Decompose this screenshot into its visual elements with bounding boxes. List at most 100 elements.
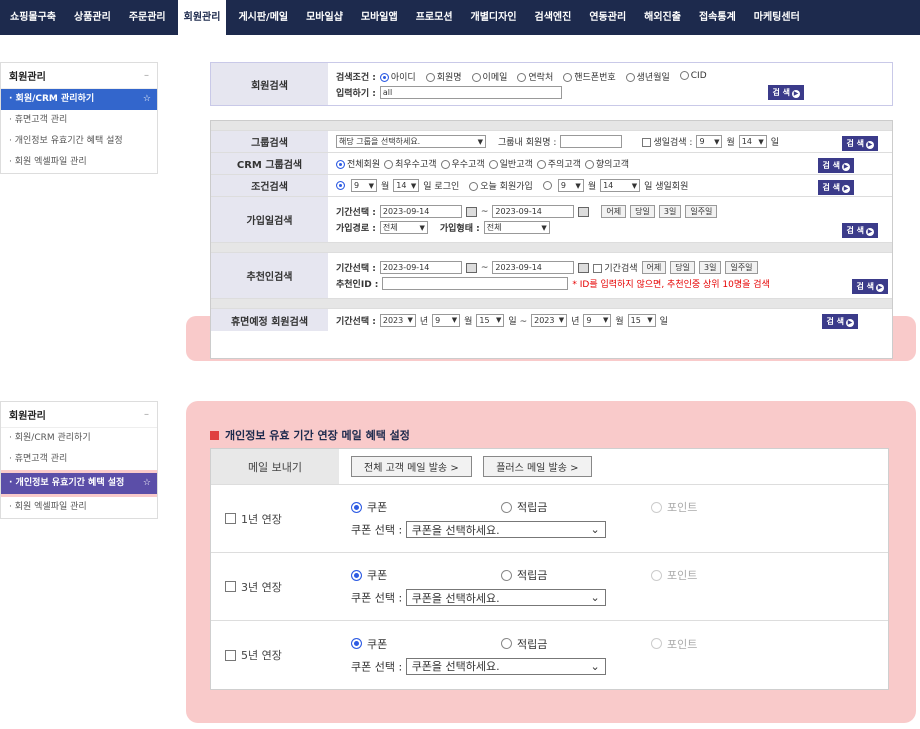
join-to-input[interactable]: 2023-09-14	[492, 205, 575, 218]
rec-to-input[interactable]: 2023-09-14	[492, 261, 575, 274]
radio-potential[interactable]: 향의고객	[584, 157, 629, 170]
coupon-select[interactable]: 쿠폰을 선택하세요. ⌄	[405, 521, 606, 538]
nav-item[interactable]: 회원관리	[177, 0, 227, 35]
quick-today-button[interactable]: 당일	[630, 205, 655, 218]
radio-point[interactable]: 포인트	[651, 567, 801, 583]
collapse-icon[interactable]: –	[144, 70, 149, 81]
radio-normal[interactable]: 일반고객	[488, 157, 533, 170]
radio-name[interactable]: 회원명	[425, 70, 462, 83]
extend-checkbox[interactable]	[225, 649, 236, 661]
login-day-select[interactable]: 14 ▼	[393, 179, 420, 192]
nav-item[interactable]: 해외진출	[644, 0, 681, 35]
radio-good[interactable]: 우수고객	[440, 157, 485, 170]
nav-item[interactable]: 주문관리	[129, 0, 166, 35]
radio-birth[interactable]: 생년월일	[625, 70, 670, 83]
birth-day-select[interactable]: 14 ▼	[738, 135, 767, 148]
calendar-icon[interactable]	[578, 262, 590, 273]
dormant-month-to[interactable]: 9 ▼	[583, 313, 612, 327]
radio-coupon[interactable]: 쿠폰	[351, 567, 501, 583]
nav-item[interactable]: 개별디자인	[471, 0, 517, 35]
calendar-icon[interactable]	[465, 206, 477, 217]
extend-checkbox[interactable]	[225, 581, 236, 592]
coupon-select[interactable]: 쿠폰을 선택하세요. ⌄	[405, 589, 606, 606]
radio-login[interactable]	[336, 181, 345, 190]
radio-email[interactable]: 이메일	[471, 70, 507, 83]
radio-cid[interactable]: CID	[679, 71, 707, 81]
quick-3days-button[interactable]: 3일	[699, 261, 722, 274]
search-button[interactable]: 검 색 ▶	[822, 314, 858, 329]
quick-week-button[interactable]: 일주일	[685, 205, 718, 218]
radio-point[interactable]: 포인트	[651, 499, 801, 515]
all-mail-button[interactable]: 전체 고객 메일 발송 >	[351, 456, 472, 477]
radio-today-join[interactable]: 오늘 회원가입	[469, 179, 533, 192]
birth-month-select[interactable]: 9 ▼	[696, 135, 723, 148]
radio-reserve[interactable]: 적립금	[501, 499, 651, 515]
search-button[interactable]: 검 색 ▶	[842, 223, 878, 238]
quick-yesterday-button[interactable]: 어제	[641, 261, 667, 274]
type-select[interactable]: 전체 ▼	[483, 221, 550, 234]
extend-checkbox[interactable]	[225, 513, 236, 524]
radio-id[interactable]: 아이디	[379, 70, 416, 83]
radio-phone[interactable]: 핸드폰번호	[563, 70, 616, 83]
radio-all[interactable]: 전체회원	[336, 157, 380, 170]
sidebar-item-crm[interactable]: · 회원/CRM 관리하기 ☆	[1, 89, 157, 110]
nav-item[interactable]: 모바일앱	[361, 0, 398, 35]
search-button[interactable]: 검 색 ▶	[852, 279, 888, 294]
search-button[interactable]: 검 색 ▶	[768, 85, 804, 100]
group-member-input[interactable]	[560, 135, 623, 148]
sidebar-item-crm[interactable]: · 회원/CRM 관리하기	[1, 428, 157, 449]
birth-check[interactable]: 생일검색 :	[642, 135, 692, 148]
search-button[interactable]: 검 색 ▶	[818, 158, 854, 173]
extend-label[interactable]: 1년 연장	[211, 485, 339, 552]
coupon-select[interactable]: 쿠폰을 선택하세요. ⌄	[405, 657, 606, 675]
dormant-day-to[interactable]: 15 ▼	[627, 313, 656, 327]
dormant-year-to[interactable]: 2023 ▼	[531, 313, 568, 327]
radio-birthday[interactable]	[542, 181, 552, 190]
collapse-icon[interactable]: –	[144, 409, 149, 420]
dormant-month-from[interactable]: 9 ▼	[432, 313, 461, 327]
quick-today-button[interactable]: 당일	[670, 261, 695, 274]
sidebar-item-privacy[interactable]: · 개인정보 유효기간 혜택 설정	[1, 131, 157, 152]
nav-item[interactable]: 검색엔진	[535, 0, 572, 35]
sidebar-item-excel[interactable]: · 회원 엑셀파일 관리	[1, 152, 157, 173]
nav-item[interactable]: 쇼핑몰구축	[10, 0, 56, 35]
sidebar-item-dormant[interactable]: · 휴면고객 관리	[1, 110, 157, 131]
star-icon[interactable]: ☆	[143, 473, 151, 494]
sidebar-item-dormant[interactable]: · 휴면고객 관리	[1, 449, 157, 470]
plus-mail-button[interactable]: 플러스 메일 발송 >	[483, 456, 592, 477]
search-button[interactable]: 검 색 ▶	[818, 180, 854, 195]
period-check[interactable]: 기간검색	[593, 261, 638, 274]
login-month-select[interactable]: 9 ▼	[351, 179, 377, 192]
radio-point[interactable]: 포인트	[651, 636, 801, 652]
nav-item[interactable]: 마케팅센터	[754, 0, 800, 35]
calendar-icon[interactable]	[578, 206, 590, 217]
nav-item[interactable]: 모바일샵	[306, 0, 343, 35]
nav-item[interactable]: 게시판/메일	[238, 0, 288, 35]
calendar-icon[interactable]	[465, 262, 477, 273]
radio-coupon[interactable]: 쿠폰	[351, 499, 501, 515]
extend-label[interactable]: 3년 연장	[211, 553, 339, 620]
rec-id-input[interactable]	[382, 277, 569, 290]
member-search-input[interactable]: all	[379, 85, 562, 99]
join-from-input[interactable]: 2023-09-14	[379, 205, 462, 218]
radio-coupon[interactable]: 쿠폰	[351, 636, 501, 652]
quick-week-button[interactable]: 일주일	[725, 261, 758, 274]
extend-label[interactable]: 5년 연장	[211, 621, 339, 689]
bday-day-select[interactable]: 14 ▼	[600, 179, 641, 192]
radio-warn[interactable]: 주의고객	[536, 157, 581, 170]
search-button[interactable]: 검 색 ▶	[842, 136, 878, 151]
radio-reserve[interactable]: 적립금	[501, 636, 651, 652]
radio-vip[interactable]: 최우수고객	[384, 157, 437, 170]
nav-item[interactable]: 상품관리	[74, 0, 111, 35]
sidebar-item-privacy[interactable]: · 개인정보 유효기간 혜택 설정 ☆	[1, 473, 157, 494]
dormant-day-from[interactable]: 15 ▼	[476, 313, 505, 327]
dormant-year-from[interactable]: 2023 ▼	[379, 313, 416, 327]
quick-3days-button[interactable]: 3일	[658, 205, 682, 218]
star-icon[interactable]: ☆	[143, 89, 151, 110]
path-select[interactable]: 전체 ▼	[379, 221, 428, 234]
radio-contact[interactable]: 연락처	[517, 70, 553, 83]
nav-item[interactable]: 연동관리	[589, 0, 626, 35]
sidebar-item-excel[interactable]: · 회원 엑셀파일 관리	[1, 497, 157, 518]
group-select[interactable]: 해당 그룹을 선택하세요. ▼	[336, 135, 486, 148]
rec-from-input[interactable]: 2023-09-14	[379, 261, 462, 274]
